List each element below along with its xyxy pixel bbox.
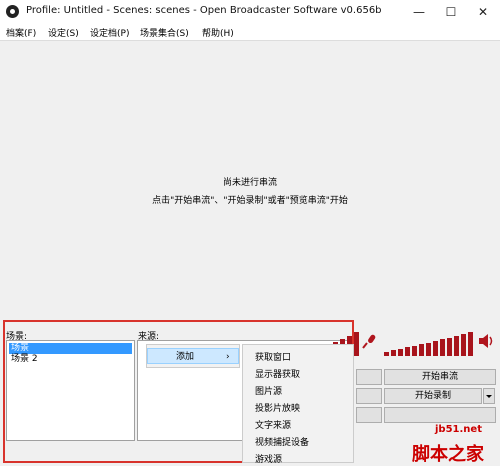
watermark-url: jb51.net <box>435 424 482 435</box>
chevron-down-icon <box>486 395 492 398</box>
speaker-icon[interactable] <box>478 333 494 349</box>
control-button[interactable] <box>356 369 382 385</box>
desktop-volume-meter[interactable] <box>384 330 476 356</box>
add-source-submenu: 获取窗口 显示器获取 图片源 投影片放映 文字来源 视频捕捉设备 游戏源 <box>242 344 354 465</box>
watermark-logo: 脚本之家 <box>412 444 484 465</box>
menu-help[interactable]: 帮助(H) <box>202 26 234 39</box>
submenu-item-window-capture[interactable]: 获取窗口 <box>255 350 291 363</box>
start-stream-button[interactable]: 开始串流 <box>384 369 496 385</box>
maximize-button[interactable]: ☐ <box>436 2 466 22</box>
menu-bar: 档案(F) 设定(S) 设定档(P) 场景集合(S) 帮助(H) <box>0 24 500 41</box>
submenu-item-text[interactable]: 文字来源 <box>255 418 291 431</box>
minimize-button[interactable]: — <box>404 2 434 22</box>
menu-item-add-label: 添加 <box>176 352 195 362</box>
preview-hint-text: 点击"开始串流"、"开始录制"或者"预览串流"开始 <box>152 196 348 206</box>
menu-file[interactable]: 档案(F) <box>6 26 36 39</box>
obs-logo-icon <box>6 5 19 18</box>
submenu-item-video-capture[interactable]: 视频捕捉设备 <box>255 435 309 448</box>
menu-settings[interactable]: 设定(S) <box>48 26 79 39</box>
menu-item-add[interactable]: 添加 › <box>147 348 239 364</box>
start-record-button[interactable]: 开始录制 <box>384 388 482 404</box>
submenu-item-game-capture[interactable]: 游戏源 <box>255 452 282 465</box>
menu-scene-collection[interactable]: 场景集合(S) <box>140 26 189 39</box>
control-button[interactable] <box>356 388 382 404</box>
control-button[interactable] <box>384 407 496 423</box>
preview-area: 尚未进行串流 点击"开始串流"、"开始录制"或者"预览串流"开始 <box>0 41 500 318</box>
title-bar: Profile: Untitled - Scenes: scenes - Ope… <box>0 0 500 24</box>
control-button[interactable] <box>356 407 382 423</box>
window-title: Profile: Untitled - Scenes: scenes - Ope… <box>26 5 382 16</box>
microphone-icon[interactable] <box>361 333 377 349</box>
submenu-item-slideshow[interactable]: 投影片放映 <box>255 401 300 414</box>
sources-context-menu: 添加 › <box>146 344 240 368</box>
preview-status-text: 尚未进行串流 <box>222 178 277 188</box>
menu-profile[interactable]: 设定档(P) <box>90 26 129 39</box>
submenu-arrow-icon: › <box>226 352 230 362</box>
submenu-item-monitor-capture[interactable]: 显示器获取 <box>255 367 300 380</box>
record-dropdown-button[interactable] <box>483 388 495 404</box>
close-button[interactable]: ✕ <box>468 2 498 22</box>
submenu-item-image[interactable]: 图片源 <box>255 384 282 397</box>
